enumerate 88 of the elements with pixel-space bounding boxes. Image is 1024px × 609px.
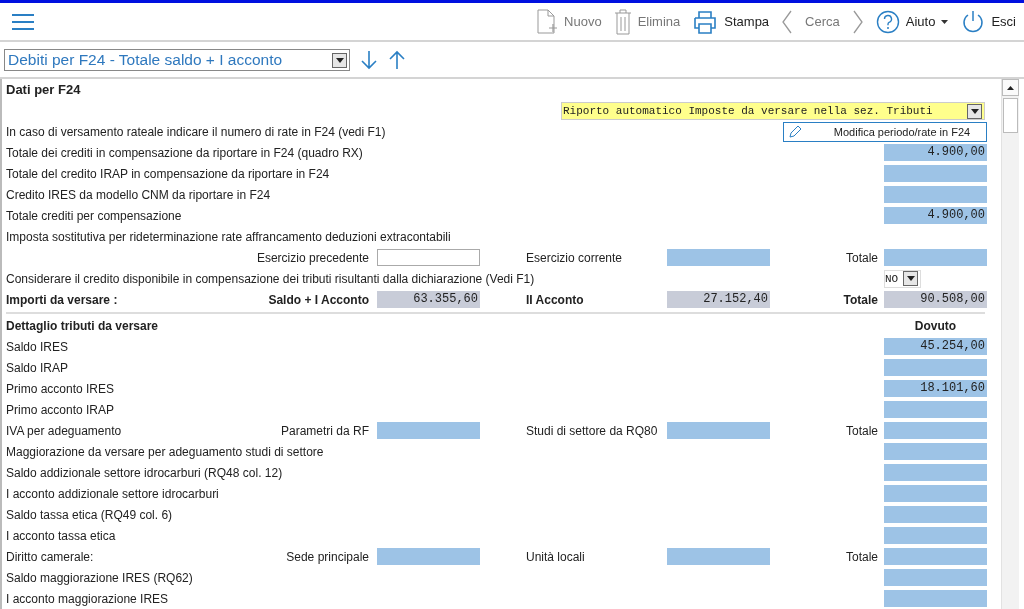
field-label: Saldo addizionale settore idrocarburi (RQ48 col. 12) [6, 465, 284, 480]
amount-field[interactable]: 4.900,00 [884, 144, 987, 161]
field-label: Credito IRES da modello CNM da riportare in F24 [6, 187, 272, 202]
field-label: Saldo maggiorazione IRES (RQ62) [6, 570, 194, 585]
trash-icon [613, 8, 632, 35]
document-plus-icon [536, 8, 559, 35]
field-label: Saldo + I Acconto [267, 292, 370, 307]
scroll-up-icon [1007, 85, 1014, 90]
caret-icon [335, 57, 344, 63]
caret-icon [970, 108, 979, 114]
field-label: Saldo tassa etica (RQ49 col. 6) [6, 507, 174, 522]
field-label: Esercizio corrente [525, 250, 624, 265]
field-label: Saldo IRAP [6, 360, 70, 375]
view-dropdown[interactable]: Debiti per F24 - Totale saldo + I acconto [4, 49, 350, 71]
field-label: I acconto tassa etica [6, 528, 117, 543]
chevron-left-icon[interactable] [781, 9, 794, 34]
amount-field[interactable]: 27.152,40 [667, 291, 770, 308]
amount-field[interactable]: 4.900,00 [884, 207, 987, 224]
amount-field[interactable]: 18.101,60 [884, 380, 987, 397]
amount-field[interactable] [884, 506, 987, 523]
field-label: II Acconto [525, 292, 585, 307]
edit-rates-button[interactable]: Modifica periodo/rate in F24 [783, 121, 987, 142]
amount-field[interactable] [884, 443, 987, 460]
caret-icon [941, 18, 950, 25]
amount-field[interactable] [884, 527, 987, 544]
mode-dropdown[interactable]: Riporto automatico Imposte da versare nella sez. Tributi [561, 102, 985, 120]
amount-field[interactable] [377, 548, 480, 565]
amount-field[interactable]: 45.254,00 [884, 338, 987, 355]
amount-field[interactable] [884, 569, 987, 586]
amount-field[interactable]: 90.508,00 [884, 291, 987, 308]
field-label: In caso di versamento rateale indicare il numero di rate in F24 (vedi F1) [6, 124, 387, 139]
field-label: Studi di settore da RQ80 [525, 423, 659, 438]
field-label: IVA per adeguamento [6, 423, 123, 438]
field-label: Totale [844, 423, 879, 438]
field-label: Totale del credito IRAP in compensazione da riportare in F24 [6, 166, 331, 181]
field-label: Totale [842, 292, 879, 307]
field-label: I acconto maggiorazione IRES [6, 591, 170, 606]
amount-field[interactable] [884, 548, 987, 565]
field-label: Totale [844, 549, 879, 564]
field-label: Saldo IRES [6, 339, 70, 354]
amount-field[interactable] [884, 422, 987, 439]
scrollbar-thumb[interactable] [1003, 98, 1018, 133]
field-label: Parametri da RF [279, 423, 370, 438]
arrow-down-icon[interactable] [360, 50, 378, 70]
menu-icon[interactable] [11, 12, 35, 31]
yes-no-dropdown[interactable]: NO [884, 269, 921, 288]
amount-field[interactable] [884, 401, 987, 418]
field-label: Importi da versare : [6, 292, 119, 307]
amount-field[interactable] [667, 249, 770, 266]
amount-field[interactable] [377, 249, 480, 266]
field-label: Totale dei crediti in compensazione da riportare in F24 (quadro RX) [6, 145, 364, 160]
caret-icon [906, 276, 915, 281]
amount-field[interactable]: 63.355,60 [377, 291, 480, 308]
printer-icon [692, 9, 719, 34]
field-label: I acconto addizionale settore idrocarburi [6, 486, 220, 501]
amount-field[interactable] [884, 249, 987, 266]
field-label: Unità locali [525, 549, 586, 564]
amount-field[interactable] [884, 590, 987, 607]
power-icon [961, 9, 986, 34]
field-label: Imposta sostitutiva per rideterminazione rate affrancamento deduzioni extracontabili [6, 229, 452, 244]
field-label: Esercizio precedente [255, 250, 370, 265]
field-label: Maggiorazione da versare per adeguamento studi di settore [6, 444, 325, 459]
field-label: Diritto camerale: [6, 549, 95, 564]
amount-field[interactable] [667, 422, 770, 439]
help-button[interactable]: Aiuto [875, 9, 950, 34]
field-label: Totale crediti per compensazione [6, 208, 183, 223]
field-label: Primo acconto IRES [6, 381, 116, 396]
amount-field[interactable] [884, 485, 987, 502]
scrollbar[interactable] [1001, 79, 1019, 609]
pencil-icon [788, 124, 802, 139]
help-icon [875, 9, 900, 34]
field-label: Totale [844, 250, 879, 265]
amount-field[interactable] [884, 165, 987, 182]
field-label: Considerare il credito disponibile in compensazione dei tributi risultanti dalla dichiarazione (Vedi F1) [6, 271, 536, 286]
field-label: Sede principale [285, 549, 370, 564]
print-button[interactable]: Stampa [692, 9, 770, 34]
amount-field[interactable] [884, 464, 987, 481]
column-header: Dovuto [913, 318, 958, 333]
amount-field[interactable] [884, 359, 987, 376]
amount-field[interactable] [884, 186, 987, 203]
field-label: Primo acconto IRAP [6, 402, 116, 417]
amount-field[interactable] [667, 548, 770, 565]
section-title: Dati per F24 [6, 81, 82, 99]
section-heading: Dettaglio tributi da versare [6, 318, 160, 333]
exit-button[interactable]: Esci [961, 9, 1016, 34]
chevron-right-icon[interactable] [851, 9, 864, 34]
arrow-up-icon[interactable] [388, 50, 406, 70]
amount-field[interactable] [377, 422, 480, 439]
